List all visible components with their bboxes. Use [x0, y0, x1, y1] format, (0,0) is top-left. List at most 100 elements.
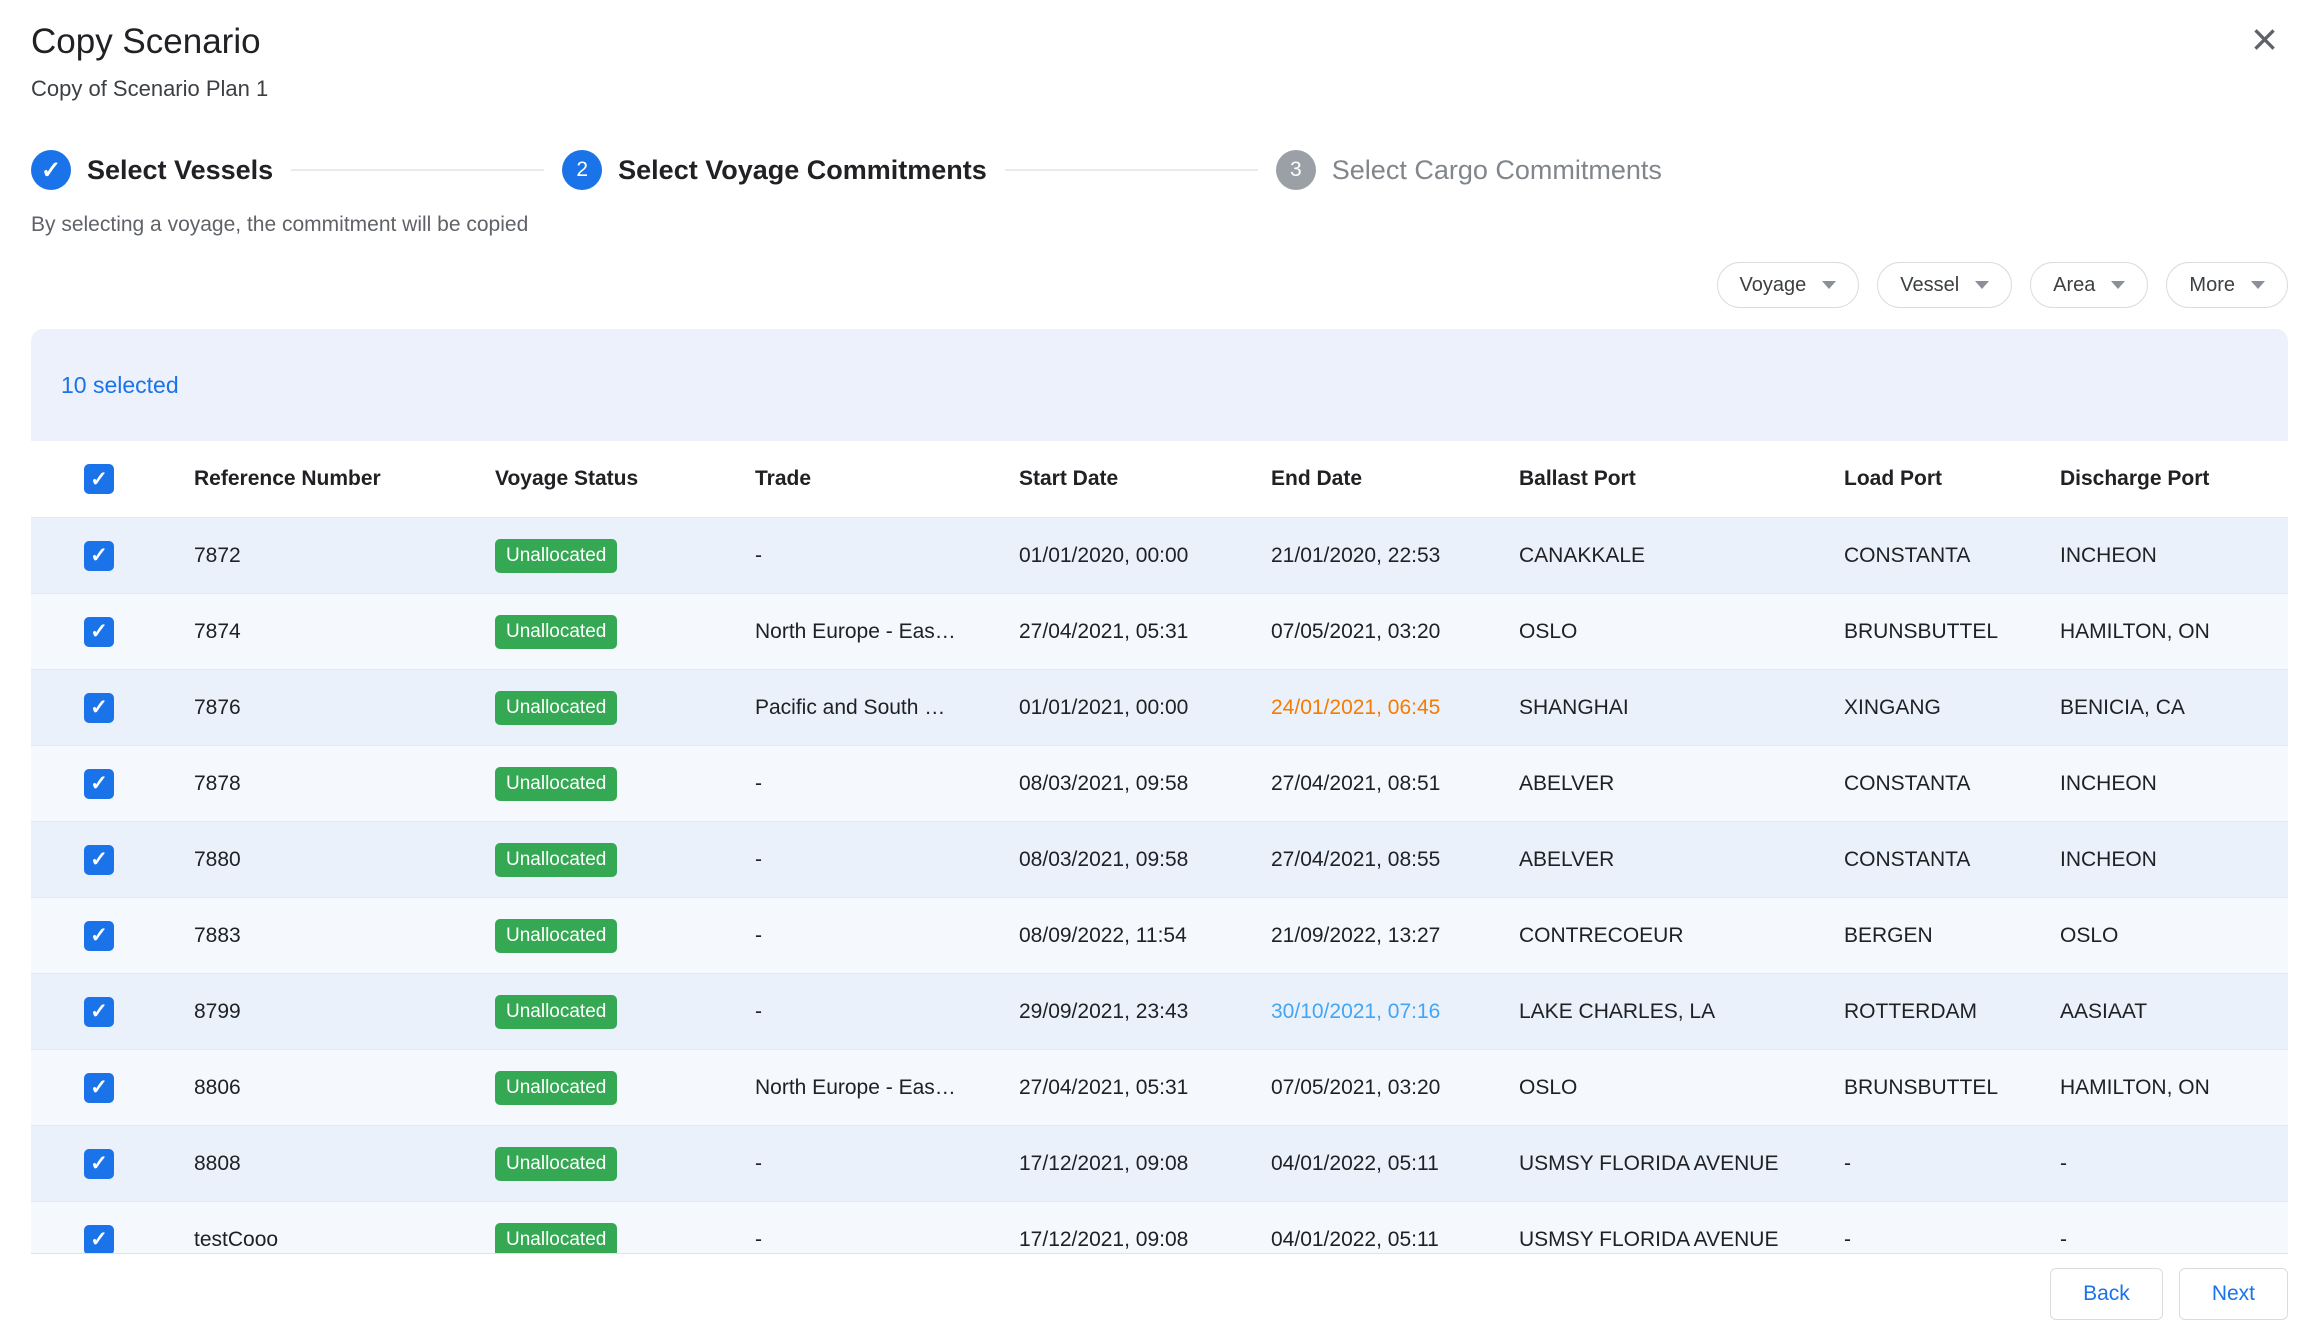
table-row[interactable]: 7874 Unallocated North Europe - Eas… 27/… [31, 594, 2288, 670]
table-row[interactable]: 7880 Unallocated - 08/03/2021, 09:58 27/… [31, 822, 2288, 898]
status-badge: Unallocated [495, 919, 617, 953]
ballast-port-cell: CONTRECOEUR [1519, 924, 1844, 948]
step-select-voyage-commitments[interactable]: 2 Select Voyage Commitments [562, 150, 987, 190]
trade-cell: North Europe - Eas… [755, 620, 1019, 644]
row-checkbox[interactable] [84, 845, 114, 875]
trade-cell: - [755, 848, 1019, 872]
column-header-load-port: Load Port [1844, 467, 2060, 491]
next-button[interactable]: Next [2179, 1268, 2288, 1320]
end-date-cell: 30/10/2021, 07:16 [1271, 1000, 1519, 1024]
status-badge: Unallocated [495, 691, 617, 725]
status-badge: Unallocated [495, 1223, 617, 1255]
end-date-cell: 27/04/2021, 08:51 [1271, 772, 1519, 796]
start-date-cell: 29/09/2021, 23:43 [1019, 1000, 1271, 1024]
start-date-cell: 27/04/2021, 05:31 [1019, 620, 1271, 644]
ballast-port-cell: SHANGHAI [1519, 696, 1844, 720]
row-checkbox[interactable] [84, 921, 114, 951]
reference-number-cell: testCooo [194, 1228, 495, 1252]
chevron-down-icon [1822, 281, 1836, 289]
more-filter-label: More [2189, 274, 2235, 297]
close-icon[interactable]: × [2251, 16, 2278, 62]
start-date-cell: 01/01/2020, 00:00 [1019, 544, 1271, 568]
load-port-cell: - [1844, 1228, 2060, 1252]
filter-bar: Voyage Vessel Area More [1717, 262, 2289, 308]
table-header-row: Reference Number Voyage Status Trade Sta… [31, 441, 2288, 518]
discharge-port-cell: BENICIA, CA [2060, 696, 2288, 720]
load-port-cell: XINGANG [1844, 696, 2060, 720]
start-date-cell: 08/09/2022, 11:54 [1019, 924, 1271, 948]
row-checkbox[interactable] [84, 693, 114, 723]
step-label-select-voyage-commitments: Select Voyage Commitments [618, 155, 987, 186]
step-number-3: 3 [1276, 150, 1316, 190]
table-row[interactable]: 8806 Unallocated North Europe - Eas… 27/… [31, 1050, 2288, 1126]
step-select-cargo-commitments[interactable]: 3 Select Cargo Commitments [1276, 150, 1662, 190]
start-date-cell: 08/03/2021, 09:58 [1019, 772, 1271, 796]
status-badge: Unallocated [495, 767, 617, 801]
helper-text: By selecting a voyage, the commitment wi… [31, 213, 528, 237]
discharge-port-cell: INCHEON [2060, 848, 2288, 872]
check-icon: ✓ [31, 150, 71, 190]
step-select-vessels[interactable]: ✓ Select Vessels [31, 150, 273, 190]
ballast-port-cell: ABELVER [1519, 848, 1844, 872]
vessel-filter-label: Vessel [1900, 274, 1959, 297]
row-checkbox[interactable] [84, 1225, 114, 1255]
voyage-filter-dropdown[interactable]: Voyage [1717, 262, 1860, 308]
load-port-cell: - [1844, 1152, 2060, 1176]
reference-number-cell: 7872 [194, 544, 495, 568]
row-checkbox[interactable] [84, 617, 114, 647]
row-checkbox[interactable] [84, 541, 114, 571]
table-row[interactable]: 8799 Unallocated - 29/09/2021, 23:43 30/… [31, 974, 2288, 1050]
status-badge: Unallocated [495, 1147, 617, 1181]
end-date-cell: 21/01/2020, 22:53 [1271, 544, 1519, 568]
page-title: Copy Scenario [31, 22, 261, 62]
selected-count: 10 selected [61, 372, 179, 399]
column-header-reference-number: Reference Number [194, 467, 495, 491]
step-label-select-vessels: Select Vessels [87, 155, 273, 186]
table-row[interactable]: 8808 Unallocated - 17/12/2021, 09:08 04/… [31, 1126, 2288, 1202]
table-row[interactable]: 7878 Unallocated - 08/03/2021, 09:58 27/… [31, 746, 2288, 822]
table-row[interactable]: 7872 Unallocated - 01/01/2020, 00:00 21/… [31, 518, 2288, 594]
stepper-connector [291, 169, 544, 171]
table-body: 7872 Unallocated - 01/01/2020, 00:00 21/… [31, 518, 2288, 1254]
footer-actions: Back Next [2050, 1268, 2288, 1320]
voyage-filter-label: Voyage [1740, 274, 1807, 297]
reference-number-cell: 7876 [194, 696, 495, 720]
select-all-checkbox[interactable] [84, 464, 114, 494]
column-header-ballast-port: Ballast Port [1519, 467, 1844, 491]
trade-cell: North Europe - Eas… [755, 1076, 1019, 1100]
table-row[interactable]: 7883 Unallocated - 08/09/2022, 11:54 21/… [31, 898, 2288, 974]
reference-number-cell: 7883 [194, 924, 495, 948]
status-badge: Unallocated [495, 1071, 617, 1105]
row-checkbox[interactable] [84, 997, 114, 1027]
reference-number-cell: 7878 [194, 772, 495, 796]
table-row[interactable]: 7876 Unallocated Pacific and South … 01/… [31, 670, 2288, 746]
status-badge: Unallocated [495, 843, 617, 877]
trade-cell: - [755, 544, 1019, 568]
end-date-cell: 07/05/2021, 03:20 [1271, 620, 1519, 644]
reference-number-cell: 8808 [194, 1152, 495, 1176]
row-checkbox[interactable] [84, 1073, 114, 1103]
copy-scenario-modal: Copy Scenario Copy of Scenario Plan 1 × … [0, 0, 2304, 1333]
area-filter-dropdown[interactable]: Area [2030, 262, 2148, 308]
table-row[interactable]: testCooo Unallocated - 17/12/2021, 09:08… [31, 1202, 2288, 1254]
discharge-port-cell: AASIAAT [2060, 1000, 2288, 1024]
ballast-port-cell: OSLO [1519, 1076, 1844, 1100]
row-checkbox[interactable] [84, 1149, 114, 1179]
discharge-port-cell: OSLO [2060, 924, 2288, 948]
load-port-cell: CONSTANTA [1844, 772, 2060, 796]
step-number-2: 2 [562, 150, 602, 190]
column-header-start-date: Start Date [1019, 467, 1271, 491]
trade-cell: - [755, 924, 1019, 948]
more-filter-dropdown[interactable]: More [2166, 262, 2288, 308]
start-date-cell: 01/01/2021, 00:00 [1019, 696, 1271, 720]
trade-cell: - [755, 1228, 1019, 1252]
step-label-select-cargo-commitments: Select Cargo Commitments [1332, 155, 1662, 186]
reference-number-cell: 7874 [194, 620, 495, 644]
stepper: ✓ Select Vessels 2 Select Voyage Commitm… [31, 150, 1662, 190]
load-port-cell: BRUNSBUTTEL [1844, 1076, 2060, 1100]
status-badge: Unallocated [495, 995, 617, 1029]
row-checkbox[interactable] [84, 769, 114, 799]
vessel-filter-dropdown[interactable]: Vessel [1877, 262, 2012, 308]
ballast-port-cell: CANAKKALE [1519, 544, 1844, 568]
back-button[interactable]: Back [2050, 1268, 2163, 1320]
